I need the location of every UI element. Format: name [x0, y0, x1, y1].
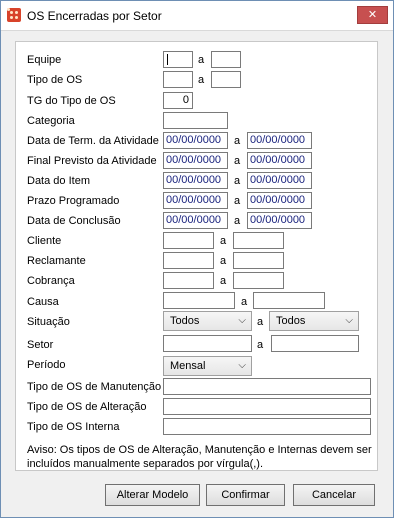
close-icon[interactable]: ✕ [357, 6, 388, 24]
causa-label: Causa [27, 296, 59, 308]
cobranca-separator: a [220, 275, 227, 287]
equipe-separator: a [198, 54, 205, 66]
tipo-os-interna-label: Tipo de OS Interna [27, 421, 120, 433]
data-item-to-input[interactable]: 00/00/0000 [247, 172, 312, 189]
confirmar-button[interactable]: Confirmar [206, 484, 285, 506]
tg-tipo-os-label: TG do Tipo de OS [27, 95, 116, 107]
categoria-input[interactable] [163, 112, 228, 129]
periodo-select[interactable]: Mensal ⌵ [163, 356, 252, 376]
data-term-atividade-from-input[interactable]: 00/00/0000 [163, 132, 228, 149]
situacao-label: Situação [27, 316, 70, 328]
text-caret [167, 54, 168, 65]
causa-separator: a [241, 296, 248, 308]
data-term-atividade-label: Data de Term. da Atividade [27, 135, 159, 147]
reclamante-to-input[interactable] [233, 252, 284, 269]
data-item-label: Data do Item [27, 175, 90, 187]
cobranca-from-input[interactable] [163, 272, 214, 289]
equipe-label: Equipe [27, 54, 62, 66]
cliente-label: Cliente [27, 235, 62, 247]
data-conclusao-label: Data de Conclusão [27, 215, 121, 227]
periodo-label: Período [27, 359, 66, 371]
data-conclusao-to-input[interactable]: 00/00/0000 [247, 212, 312, 229]
chevron-down-icon: ⌵ [238, 360, 246, 371]
situacao-to-select[interactable]: Todos ⌵ [269, 311, 359, 331]
cliente-separator: a [220, 235, 227, 247]
setor-from-input[interactable] [163, 335, 252, 352]
tipo-os-label: Tipo de OS [27, 74, 83, 86]
prazo-programado-separator: a [234, 195, 241, 207]
final-previsto-label: Final Previsto da Atividade [27, 155, 157, 167]
data-term-atividade-to-input[interactable]: 00/00/0000 [247, 132, 312, 149]
prazo-programado-to-input[interactable]: 00/00/0000 [247, 192, 312, 209]
situacao-to-value: Todos [276, 315, 306, 327]
tipo-os-alteracao-label: Tipo de OS de Alteração [27, 401, 147, 413]
final-previsto-from-input[interactable]: 00/00/0000 [163, 152, 228, 169]
data-conclusao-separator: a [234, 215, 241, 227]
data-item-separator: a [234, 175, 241, 187]
tipo-os-manutencao-input[interactable] [163, 378, 371, 395]
equipe-to-input[interactable] [211, 51, 241, 68]
reclamante-separator: a [220, 255, 227, 267]
tipo-os-alteracao-input[interactable] [163, 398, 371, 415]
tipo-os-interna-input[interactable] [163, 418, 371, 435]
setor-label: Setor [27, 339, 54, 351]
final-previsto-separator: a [234, 155, 241, 167]
window-title: OS Encerradas por Setor [27, 9, 162, 23]
chevron-down-icon: ⌵ [345, 315, 353, 326]
tipo-os-manutencao-label: Tipo de OS de Manutenção [27, 381, 162, 393]
app-logo-icon [7, 8, 21, 22]
data-term-atividade-separator: a [234, 135, 241, 147]
cliente-from-input[interactable] [163, 232, 214, 249]
title-bar[interactable]: OS Encerradas por Setor ✕ [1, 1, 393, 31]
situacao-separator: a [257, 316, 264, 328]
data-item-from-input[interactable]: 00/00/0000 [163, 172, 228, 189]
reclamante-label: Reclamante [27, 255, 86, 267]
final-previsto-to-input[interactable]: 00/00/0000 [247, 152, 312, 169]
dialog-window: OS Encerradas por Setor ✕ Equipe a Tipo … [0, 0, 394, 518]
prazo-programado-from-input[interactable]: 00/00/0000 [163, 192, 228, 209]
tg-tipo-os-input[interactable]: 0 [163, 92, 193, 109]
prazo-programado-label: Prazo Programado [27, 195, 120, 207]
data-conclusao-from-input[interactable]: 00/00/0000 [163, 212, 228, 229]
alterar-modelo-button[interactable]: Alterar Modelo [105, 484, 200, 506]
tipo-os-separator: a [198, 74, 205, 86]
cobranca-label: Cobrança [27, 275, 75, 287]
periodo-value: Mensal [170, 360, 206, 372]
cobranca-to-input[interactable] [233, 272, 284, 289]
causa-to-input[interactable] [253, 292, 325, 309]
categoria-label: Categoria [27, 115, 75, 127]
cancelar-button[interactable]: Cancelar [293, 484, 375, 506]
setor-separator: a [257, 339, 264, 351]
situacao-from-select[interactable]: Todos ⌵ [163, 311, 252, 331]
setor-to-input[interactable] [271, 335, 359, 352]
cliente-to-input[interactable] [233, 232, 284, 249]
causa-from-input[interactable] [163, 292, 235, 309]
situacao-from-value: Todos [170, 315, 200, 327]
tipo-os-from-input[interactable] [163, 71, 193, 88]
tipo-os-to-input[interactable] [211, 71, 241, 88]
notice-text: Aviso: Os tipos de OS de Alteração, Manu… [27, 444, 372, 470]
reclamante-from-input[interactable] [163, 252, 214, 269]
chevron-down-icon: ⌵ [238, 315, 246, 326]
